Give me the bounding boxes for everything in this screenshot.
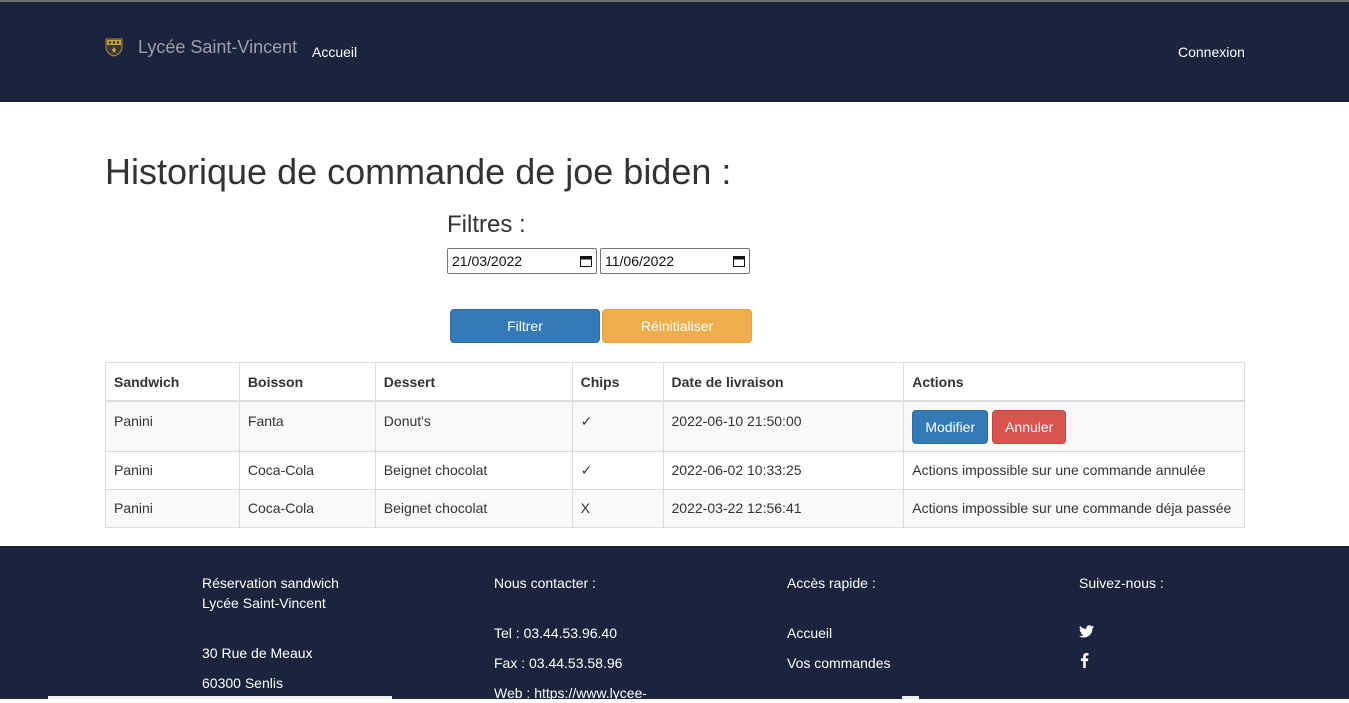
cell-sandwich: Panini (105, 488, 240, 528)
calendar-icon[interactable] (733, 255, 745, 267)
page-title: Historique de commande de joe biden : (105, 151, 732, 192)
filter-button[interactable]: Filtrer (450, 309, 600, 343)
header-date: Date de livraison (662, 362, 905, 402)
calendar-icon[interactable] (580, 255, 592, 267)
brand[interactable]: Lycée Saint-Vincent (104, 36, 297, 58)
footer-site-name: Réservation sandwich (202, 575, 339, 591)
table-header-row: Sandwich Boisson Dessert Chips Date de l… (105, 362, 1245, 402)
footer-about: Réservation sandwich Lycée Saint-Vincent… (202, 573, 339, 691)
school-crest-icon (105, 38, 123, 57)
cell-chips: ✓ (571, 450, 664, 490)
cell-sandwich: Panini (105, 400, 240, 452)
header-actions: Actions (903, 362, 1245, 402)
twitter-icon[interactable] (1079, 625, 1094, 638)
footer-web-link[interactable]: Web : https://www.lycee- (494, 683, 647, 703)
cell-dessert: Donut's (374, 400, 573, 452)
nav-link-connexion[interactable]: Connexion (1178, 43, 1245, 61)
cell-actions: Modifier Annuler (903, 400, 1245, 452)
header-dessert: Dessert (374, 362, 573, 402)
cancel-order-button[interactable]: Annuler (992, 410, 1067, 444)
footer-tel: Tel : 03.44.53.96.40 (494, 625, 617, 641)
footer-contact-title: Nous contacter : (494, 575, 596, 591)
date-to-value: 11/06/2022 (605, 253, 675, 269)
footer-fax: Fax : 03.44.53.58.96 (494, 655, 623, 671)
date-from-input[interactable]: 21/03/2022 (447, 248, 597, 274)
footer-school-name: Lycée Saint-Vincent (202, 595, 326, 611)
footer-contact: Nous contacter : Tel : 03.44.53.96.40 Fa… (494, 573, 647, 701)
footer-social: Suivez-nous : (1079, 573, 1164, 668)
orders-table: Sandwich Boisson Dessert Chips Date de l… (105, 362, 1245, 528)
footer-social-title: Suivez-nous : (1079, 575, 1164, 591)
cell-actions: Actions impossible sur une commande déja… (903, 488, 1245, 528)
date-from-value: 21/03/2022 (452, 253, 523, 269)
table-row: Panini Coca-Cola Beignet chocolat X 2022… (105, 488, 1245, 528)
table-row: Panini Coca-Cola Beignet chocolat ✓ 2022… (105, 450, 1245, 490)
cell-date: 2022-03-22 12:56:41 (662, 488, 905, 528)
cell-dessert: Beignet chocolat (374, 450, 573, 490)
header-sandwich: Sandwich (105, 362, 240, 402)
reset-button[interactable]: Réinitialiser (602, 309, 752, 343)
footer: Réservation sandwich Lycée Saint-Vincent… (0, 546, 1349, 701)
cell-dessert: Beignet chocolat (374, 488, 573, 528)
footer-link-accueil[interactable]: Accueil (787, 623, 832, 643)
footer-address: 30 Rue de Meaux (202, 645, 313, 661)
nav-link-accueil[interactable]: Accueil (312, 43, 357, 61)
header-boisson: Boisson (238, 362, 376, 402)
table-row: Panini Fanta Donut's ✓ 2022-06-10 21:50:… (105, 400, 1245, 452)
cell-date: 2022-06-10 21:50:00 (662, 400, 905, 452)
cell-date: 2022-06-02 10:33:25 (662, 450, 905, 490)
footer-link-commandes[interactable]: Vos commandes (787, 653, 891, 673)
footer-quick-links: Accès rapide : Accueil Vos commandes (787, 573, 891, 671)
cell-actions: Actions impossible sur une commande annu… (903, 450, 1245, 490)
facebook-icon[interactable] (1080, 653, 1089, 668)
navbar: Lycée Saint-Vincent Accueil Connexion (0, 2, 1349, 102)
header-chips: Chips (571, 362, 664, 402)
cell-chips: X (571, 488, 664, 528)
cell-boisson: Coca-Cola (238, 488, 376, 528)
footer-city: 60300 Senlis (202, 675, 283, 691)
date-to-input[interactable]: 11/06/2022 (600, 248, 750, 274)
cell-boisson: Fanta (238, 400, 376, 452)
brand-name[interactable]: Lycée Saint-Vincent (138, 36, 297, 58)
footer-quick-title: Accès rapide : (787, 575, 876, 591)
filters-heading: Filtres : (447, 211, 526, 238)
cell-sandwich: Panini (105, 450, 240, 490)
modify-button[interactable]: Modifier (912, 410, 989, 444)
cell-chips: ✓ (571, 400, 664, 452)
cell-boisson: Coca-Cola (238, 450, 376, 490)
